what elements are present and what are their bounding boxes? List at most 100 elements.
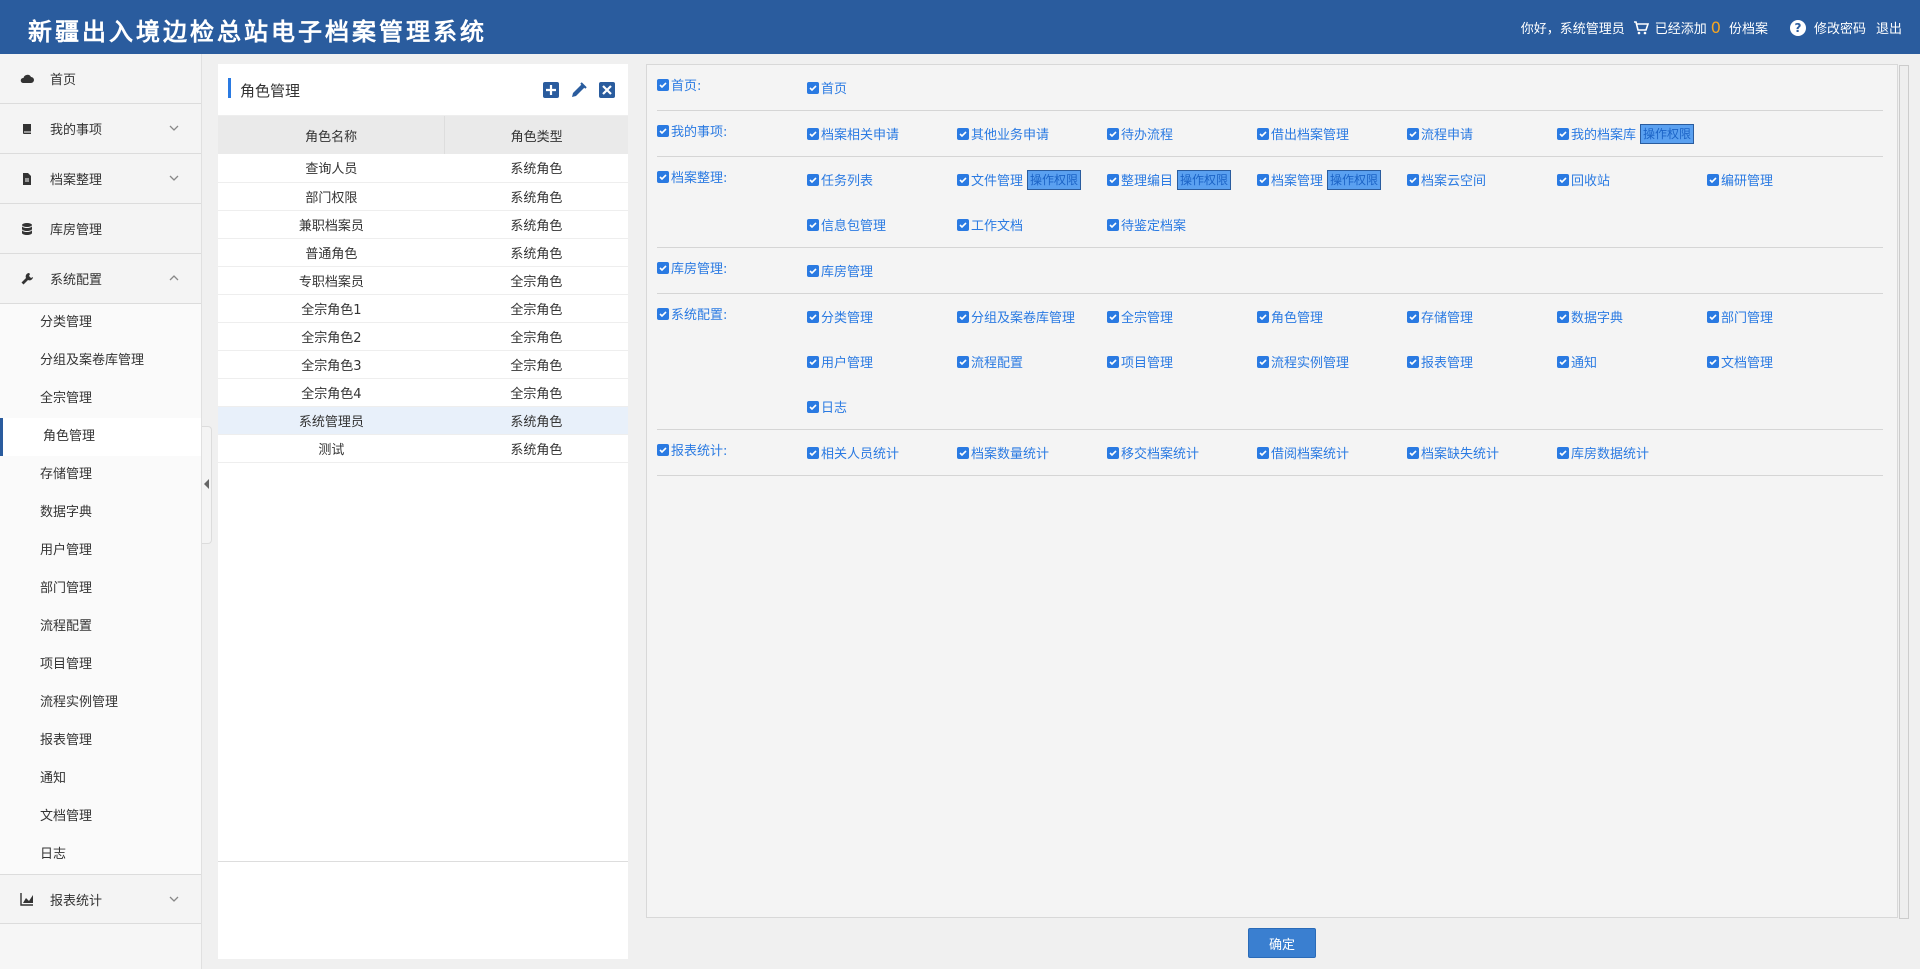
permission-checkbox[interactable]: 流程配置 [957, 339, 1107, 384]
operation-permission-button[interactable]: 操作权限 [1327, 169, 1382, 190]
sidebar-item-home[interactable]: 首页 [0, 54, 201, 104]
permission-checkbox[interactable]: 报表管理 [1407, 339, 1557, 384]
permission-checkbox[interactable]: 工作文档 [957, 202, 1107, 247]
column-header-type[interactable]: 角色类型 [444, 116, 628, 154]
permission-checkbox[interactable]: 档案相关申请 [807, 111, 957, 156]
sidebar-collapse-handle[interactable] [202, 426, 212, 544]
table-row[interactable]: 普通角色 系统角色 [218, 238, 628, 267]
permission-checkbox[interactable]: 日志 [807, 384, 957, 429]
permission-checkbox[interactable]: 档案管理 操作权限 [1257, 157, 1407, 202]
logout-link[interactable]: 退出 [1876, 18, 1902, 37]
operation-permission-button[interactable]: 操作权限 [1027, 169, 1082, 190]
operation-permission-button[interactable]: 操作权限 [1177, 169, 1232, 190]
permission-checkbox[interactable]: 借阅档案统计 [1257, 430, 1407, 475]
table-row[interactable]: 查询人员 系统角色 [218, 154, 628, 183]
table-row[interactable]: 全宗角色4 全宗角色 [218, 378, 628, 407]
confirm-button[interactable]: 确定 [1248, 928, 1316, 958]
table-row[interactable]: 全宗角色3 全宗角色 [218, 350, 628, 379]
permission-checkbox[interactable]: 流程实例管理 [1257, 339, 1407, 384]
permission-checkbox[interactable]: 首页 [807, 65, 957, 110]
sidebar-sub-item[interactable]: 部门管理 [0, 570, 201, 608]
sidebar-item-my-tasks[interactable]: 我的事项 [0, 104, 201, 154]
sidebar-sub-item[interactable]: 流程实例管理 [0, 684, 201, 722]
category-checkbox[interactable]: 首页: [657, 75, 701, 94]
permission-checkbox[interactable]: 角色管理 [1257, 294, 1407, 339]
permission-checkbox[interactable]: 分类管理 [807, 294, 957, 339]
permission-checkbox[interactable]: 项目管理 [1107, 339, 1257, 384]
permission-checkbox[interactable]: 流程申请 [1407, 111, 1557, 156]
permission-section: 库房管理: 库房管理 [657, 248, 1883, 294]
permission-checkbox[interactable]: 待鉴定档案 [1107, 202, 1257, 247]
change-password-link[interactable]: 修改密码 [1814, 18, 1866, 37]
sidebar-sub-item[interactable]: 数据字典 [0, 494, 201, 532]
permission-checkbox[interactable]: 我的档案库 操作权限 [1557, 111, 1707, 156]
delete-icon[interactable] [598, 81, 616, 99]
sidebar-sub-item[interactable]: 用户管理 [0, 532, 201, 570]
permission-checkbox[interactable]: 其他业务申请 [957, 111, 1107, 156]
permission-label: 档案相关申请 [821, 128, 900, 143]
permission-checkbox[interactable]: 用户管理 [807, 339, 957, 384]
sidebar-item-warehouse[interactable]: 库房管理 [0, 204, 201, 254]
permission-checkbox[interactable]: 数据字典 [1557, 294, 1707, 339]
sidebar-sub-item[interactable]: 分类管理 [0, 304, 201, 342]
permission-label: 分类管理 [821, 311, 874, 326]
permission-checkbox[interactable]: 整理编目 操作权限 [1107, 157, 1257, 202]
operation-permission-button[interactable]: 操作权限 [1640, 123, 1695, 144]
sidebar-sub-item[interactable]: 存储管理 [0, 456, 201, 494]
table-row[interactable]: 兼职档案员 系统角色 [218, 210, 628, 239]
category-checkbox[interactable]: 档案整理: [657, 167, 727, 186]
sidebar-item-system-config[interactable]: 系统配置 [0, 254, 201, 304]
category-checkbox[interactable]: 我的事项: [657, 121, 727, 140]
permission-checkbox[interactable]: 部门管理 [1707, 294, 1857, 339]
permission-checkbox[interactable]: 档案缺失统计 [1407, 430, 1557, 475]
table-row[interactable]: 测试 系统角色 [218, 434, 628, 463]
permission-checkbox[interactable]: 回收站 [1557, 157, 1707, 202]
edit-icon[interactable] [570, 81, 588, 99]
permission-checkbox[interactable]: 文件管理 操作权限 [957, 157, 1107, 202]
help-icon[interactable]: ? [1789, 19, 1806, 36]
permission-checkbox[interactable]: 文档管理 [1707, 339, 1857, 384]
cart-icon[interactable] [1633, 20, 1649, 35]
permission-checkbox[interactable]: 待办流程 [1107, 111, 1257, 156]
table-row[interactable]: 全宗角色2 全宗角色 [218, 322, 628, 351]
sidebar-item-report-stats[interactable]: 报表统计 [0, 874, 201, 924]
permission-checkbox[interactable]: 移交档案统计 [1107, 430, 1257, 475]
checkbox-checked-icon [1407, 355, 1419, 368]
column-header-name[interactable]: 角色名称 [218, 116, 446, 154]
permission-checkbox[interactable]: 存储管理 [1407, 294, 1557, 339]
sidebar-sub-item[interactable]: 报表管理 [0, 722, 201, 760]
sidebar-sub-item[interactable]: 流程配置 [0, 608, 201, 646]
permission-label: 部门管理 [1721, 311, 1774, 326]
category-checkbox[interactable]: 系统配置: [657, 304, 727, 323]
sidebar-sub-item[interactable]: 项目管理 [0, 646, 201, 684]
permission-checkbox[interactable]: 档案云空间 [1407, 157, 1557, 202]
permission-checkbox[interactable]: 档案数量统计 [957, 430, 1107, 475]
table-row[interactable]: 部门权限 系统角色 [218, 182, 628, 211]
permission-checkbox[interactable]: 分组及案卷库管理 [957, 294, 1107, 339]
permission-checkbox[interactable]: 库房管理 [807, 248, 957, 293]
scrollbar[interactable] [1899, 65, 1909, 919]
sidebar-sub-item[interactable]: 通知 [0, 760, 201, 798]
permission-checkbox[interactable]: 编研管理 [1707, 157, 1857, 202]
permission-checkbox[interactable]: 信息包管理 [807, 202, 957, 247]
sidebar-sub-item[interactable]: 全宗管理 [0, 380, 201, 418]
add-icon[interactable] [542, 81, 560, 99]
sidebar-sub-item[interactable]: 文档管理 [0, 798, 201, 836]
sidebar-item-archive-arrange[interactable]: 档案整理 [0, 154, 201, 204]
permission-checkbox[interactable]: 相关人员统计 [807, 430, 957, 475]
sidebar-sub-item[interactable]: 分组及案卷库管理 [0, 342, 201, 380]
permission-checkbox[interactable]: 库房数据统计 [1557, 430, 1707, 475]
permission-checkbox[interactable]: 借出档案管理 [1257, 111, 1407, 156]
sidebar-sub-item[interactable]: 日志 [0, 836, 201, 874]
permission-checkbox[interactable]: 任务列表 [807, 157, 957, 202]
cart-count[interactable]: 0 [1711, 18, 1721, 37]
permission-checkbox[interactable]: 通知 [1557, 339, 1707, 384]
table-row[interactable]: 专职档案员 全宗角色 [218, 266, 628, 295]
category-label: 库房管理: [671, 262, 728, 277]
category-checkbox[interactable]: 库房管理: [657, 258, 727, 277]
table-row[interactable]: 全宗角色1 全宗角色 [218, 294, 628, 323]
table-row[interactable]: 系统管理员 系统角色 [218, 406, 628, 435]
permission-checkbox[interactable]: 全宗管理 [1107, 294, 1257, 339]
sidebar-sub-item-active[interactable]: 角色管理 [0, 418, 201, 456]
category-checkbox[interactable]: 报表统计: [657, 440, 727, 459]
